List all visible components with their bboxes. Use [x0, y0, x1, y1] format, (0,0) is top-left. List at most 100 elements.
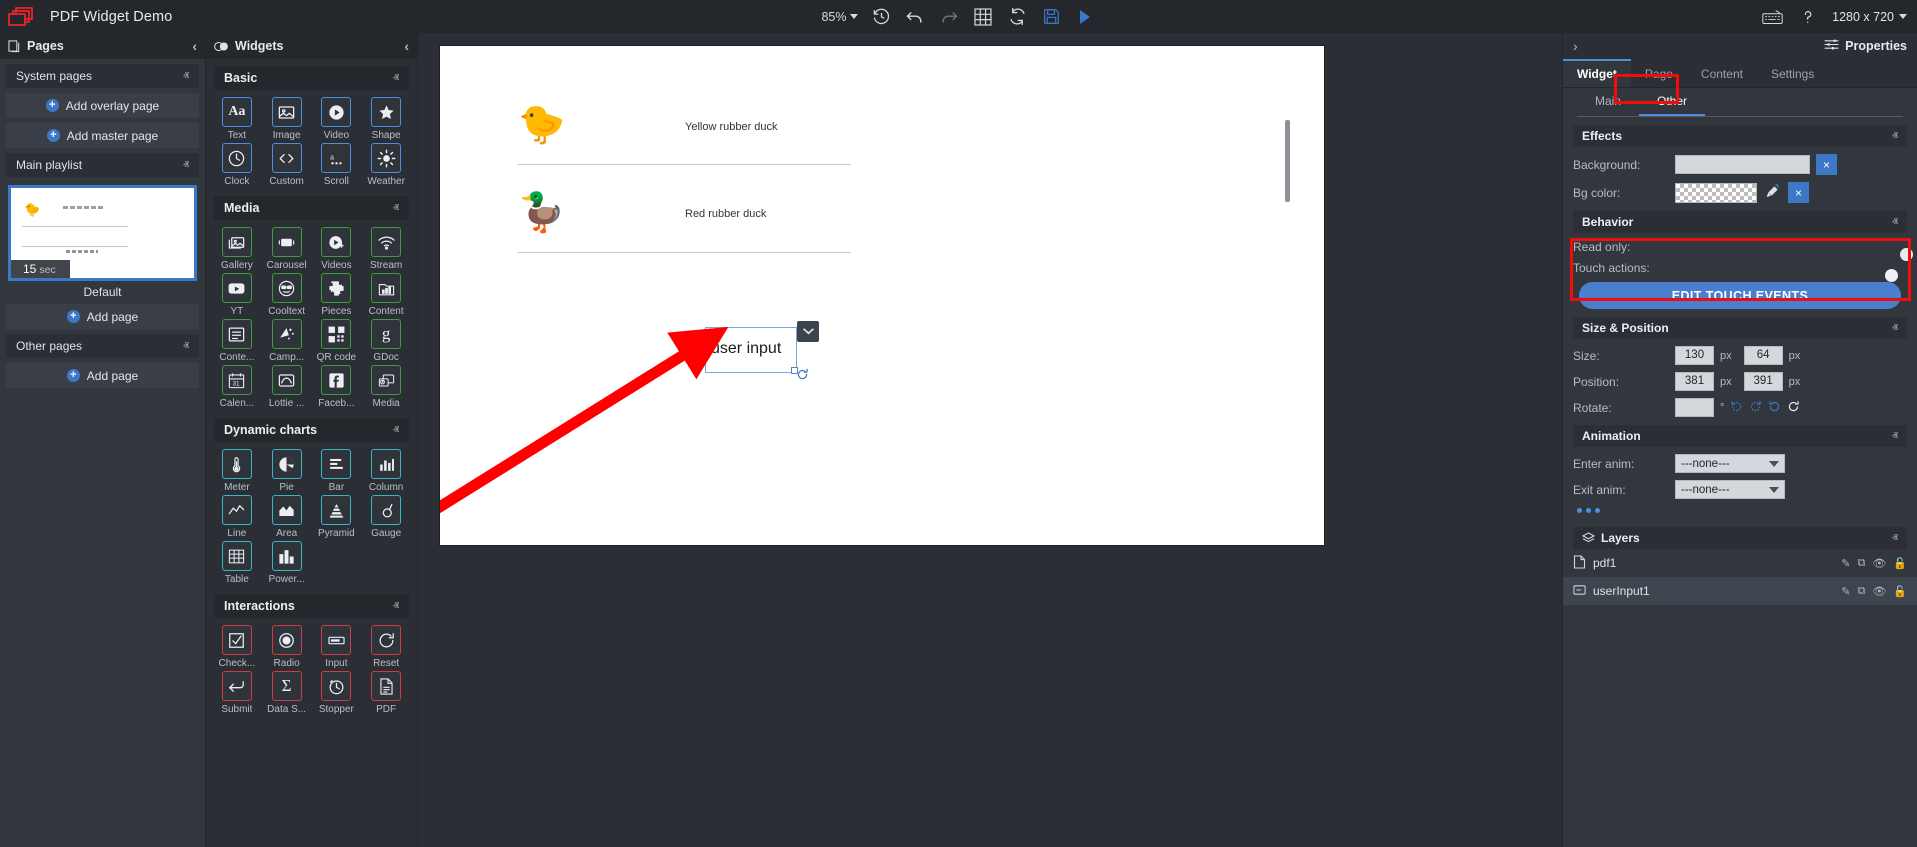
- widget-qr-code[interactable]: QR code: [312, 319, 362, 363]
- position-x-input[interactable]: 381: [1675, 372, 1714, 391]
- widget-data-s[interactable]: Σ Data S...: [262, 671, 312, 715]
- widget-gallery[interactable]: Gallery: [212, 227, 262, 271]
- widget-category-dynamic-charts[interactable]: Dynamic charts ⱏ: [214, 418, 409, 442]
- pen-icon[interactable]: ✎: [1841, 557, 1850, 570]
- widget-line[interactable]: Line: [212, 495, 262, 539]
- widget-area[interactable]: Area: [262, 495, 312, 539]
- add-page-other-button[interactable]: + Add page: [6, 363, 199, 388]
- subtab-other[interactable]: Other: [1639, 88, 1706, 116]
- pdf-scrollbar[interactable]: [1285, 120, 1290, 202]
- widget-gauge[interactable]: Gauge: [361, 495, 411, 539]
- widget-submit[interactable]: Submit: [212, 671, 262, 715]
- widget-table[interactable]: Table: [212, 541, 262, 585]
- widget-bar[interactable]: Bar: [312, 449, 362, 493]
- widget-category-interactions[interactable]: Interactions ⱏ: [214, 594, 409, 618]
- widget-scroll[interactable]: a Scroll: [312, 143, 362, 187]
- eyedropper-icon[interactable]: [1765, 183, 1780, 202]
- widget-input[interactable]: Input: [312, 625, 362, 669]
- widget-text[interactable]: Aa Text: [212, 97, 262, 141]
- lock-icon[interactable]: 🔓: [1893, 585, 1907, 598]
- collapse-widgets-icon[interactable]: ‹: [404, 39, 409, 53]
- widget-pyramid[interactable]: Pyramid: [312, 495, 362, 539]
- widget-videos[interactable]: Videos: [312, 227, 362, 271]
- tab-page[interactable]: Page: [1631, 59, 1687, 87]
- enter-anim-select[interactable]: ---none---: [1675, 454, 1785, 473]
- widget-cooltext[interactable]: Cooltext: [262, 273, 312, 317]
- add-page-button[interactable]: + Add page: [6, 304, 199, 329]
- canvas-area[interactable]: 🐤 Yellow rubber duck 🦆 Red rubber duck u…: [418, 33, 1562, 847]
- background-value-swatch[interactable]: [1675, 155, 1810, 174]
- pen-icon[interactable]: ✎: [1841, 585, 1850, 598]
- accordion-layers[interactable]: Layers ⱏ: [1573, 527, 1907, 549]
- accordion-animation[interactable]: Animation ⱏ: [1573, 425, 1907, 447]
- widget-camp[interactable]: Camp...: [262, 319, 312, 363]
- rotate-ccw-90-icon[interactable]: [1730, 400, 1743, 416]
- widget-stream[interactable]: Stream: [361, 227, 411, 271]
- eye-icon[interactable]: 👁: [1872, 557, 1886, 570]
- rotate-input[interactable]: [1675, 398, 1714, 417]
- add-master-page-button[interactable]: + Add master page: [6, 123, 199, 148]
- widget-pdf[interactable]: PDF: [361, 671, 411, 715]
- widget-video[interactable]: Video: [312, 97, 362, 141]
- add-overlay-page-button[interactable]: + Add overlay page: [6, 93, 199, 118]
- size-width-input[interactable]: 130: [1675, 346, 1714, 365]
- duplicate-icon[interactable]: ⧉: [1857, 585, 1865, 598]
- widget-meter[interactable]: Meter: [212, 449, 262, 493]
- save-icon[interactable]: [1041, 6, 1062, 27]
- widget-faceb[interactable]: Faceb...: [312, 365, 362, 409]
- undo-icon[interactable]: [905, 6, 926, 27]
- widget-yt[interactable]: YT: [212, 273, 262, 317]
- grid-icon[interactable]: [973, 6, 994, 27]
- subtab-main[interactable]: Main: [1577, 88, 1639, 116]
- widget-pie[interactable]: Pie: [262, 449, 312, 493]
- widget-category-basic[interactable]: Basic ⱏ: [214, 66, 409, 90]
- widget-custom[interactable]: Custom: [262, 143, 312, 187]
- widget-media[interactable]: Media: [361, 365, 411, 409]
- widget-carousel[interactable]: Carousel: [262, 227, 312, 271]
- position-y-input[interactable]: 391: [1743, 372, 1783, 391]
- page-canvas[interactable]: 🐤 Yellow rubber duck 🦆 Red rubber duck u…: [440, 46, 1324, 545]
- widget-dropdown-button[interactable]: [797, 321, 819, 342]
- widget-image[interactable]: Image: [262, 97, 312, 141]
- widget-lottie[interactable]: Lottie ...: [262, 365, 312, 409]
- widget-shape[interactable]: Shape: [361, 97, 411, 141]
- keyboard-icon[interactable]: [1762, 6, 1783, 27]
- exit-anim-select[interactable]: ---none---: [1675, 480, 1785, 499]
- refresh-icon[interactable]: [1007, 6, 1028, 27]
- lock-icon[interactable]: 🔓: [1893, 557, 1907, 570]
- widget-conte[interactable]: Conte...: [212, 319, 262, 363]
- play-icon[interactable]: [1075, 6, 1096, 27]
- widget-power[interactable]: Power...: [262, 541, 312, 585]
- bgcolor-swatch[interactable]: [1675, 182, 1757, 203]
- section-main-playlist[interactable]: Main playlist ⱏ: [6, 153, 199, 177]
- zoom-level-dropdown[interactable]: 85%: [821, 10, 858, 24]
- widget-stopper[interactable]: Stopper: [312, 671, 362, 715]
- clear-background-button[interactable]: ×: [1816, 154, 1837, 175]
- clear-bgcolor-button[interactable]: ×: [1788, 182, 1809, 203]
- rotate-cw-icon[interactable]: [1787, 400, 1800, 416]
- size-height-input[interactable]: 64: [1743, 346, 1783, 365]
- layer-row-userinput1[interactable]: userInput1 ✎ ⧉ 👁 🔓: [1563, 577, 1917, 605]
- accordion-size-position[interactable]: Size & Position ⱏ: [1573, 317, 1907, 339]
- redo-icon[interactable]: [939, 6, 960, 27]
- app-logo-icon[interactable]: [0, 0, 42, 33]
- tab-content[interactable]: Content: [1687, 59, 1757, 87]
- rotate-ccw-icon[interactable]: [1768, 400, 1781, 416]
- widget-gdoc[interactable]: g GDoc: [361, 319, 411, 363]
- resolution-dropdown[interactable]: 1280 x 720: [1832, 10, 1907, 24]
- page-thumbnail-default[interactable]: 🐤 15 sec: [8, 185, 197, 281]
- widget-radio[interactable]: Radio: [262, 625, 312, 669]
- collapse-pages-icon[interactable]: ‹: [192, 39, 197, 53]
- widget-content[interactable]: Content: [361, 273, 411, 317]
- duck-image-yellow[interactable]: 🐤: [518, 106, 565, 144]
- tab-settings[interactable]: Settings: [1757, 59, 1828, 87]
- section-other-pages[interactable]: Other pages ⱏ: [6, 334, 199, 358]
- widget-reset[interactable]: Reset: [361, 625, 411, 669]
- widget-check[interactable]: Check...: [212, 625, 262, 669]
- section-system-pages[interactable]: System pages ⱏ: [6, 64, 199, 88]
- layer-row-pdf1[interactable]: pdf1 ✎ ⧉ 👁 🔓: [1563, 549, 1917, 577]
- selected-input-widget[interactable]: user input: [705, 327, 798, 374]
- widget-column[interactable]: Column: [361, 449, 411, 493]
- rotate-handle-icon[interactable]: [796, 368, 809, 384]
- eye-icon[interactable]: 👁: [1872, 585, 1886, 598]
